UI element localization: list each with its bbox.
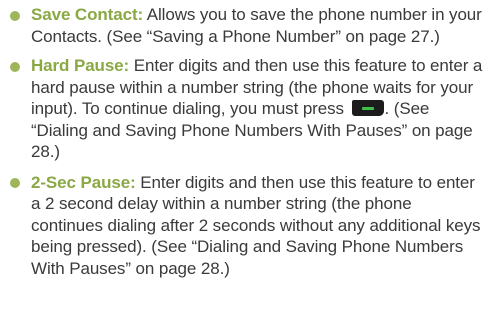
term-save-contact: Save Contact: <box>31 5 144 24</box>
list-item-2-sec-pause: 2-Sec Pause: Enter digits and then use t… <box>10 172 485 280</box>
send-key-icon <box>351 100 384 116</box>
bullet-dot-icon <box>10 178 20 188</box>
manual-page: Save Contact: Allows you to save the pho… <box>0 0 495 327</box>
term-hard-pause: Hard Pause: <box>31 56 130 75</box>
term-2-sec-pause: 2-Sec Pause: <box>31 172 136 192</box>
list-item-save-contact: Save Contact: Allows you to save the pho… <box>10 4 485 47</box>
option-list: Save Contact: Allows you to save the pho… <box>10 4 485 279</box>
bullet-dot-icon <box>10 61 20 72</box>
list-item-hard-pause: Hard Pause: Enter digits and then use th… <box>10 55 485 163</box>
bullet-dot-icon <box>10 10 20 21</box>
